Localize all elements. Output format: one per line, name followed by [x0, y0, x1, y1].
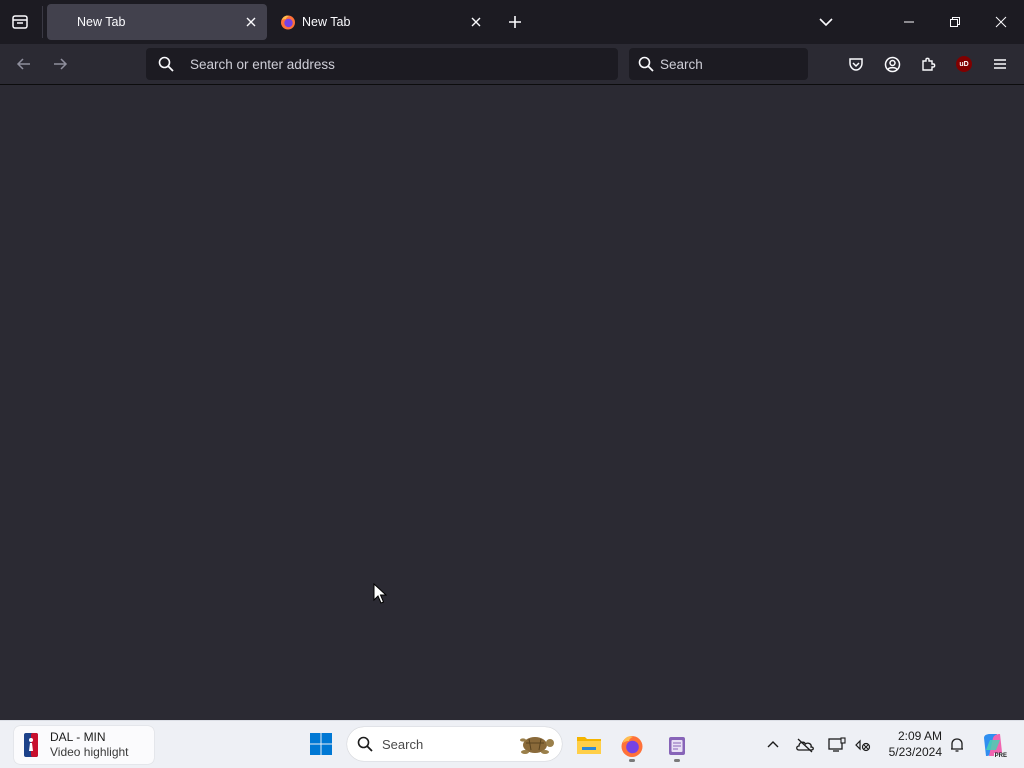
close-icon[interactable] [243, 14, 259, 30]
tab-new-tab-1[interactable]: New Tab [47, 4, 267, 40]
copilot-button[interactable]: PRE [976, 727, 1010, 763]
search-icon [158, 56, 174, 72]
address-placeholder: Search or enter address [190, 56, 335, 72]
forward-button[interactable] [44, 48, 76, 80]
widget-subtitle: Video highlight [50, 745, 129, 759]
search-icon [638, 56, 654, 72]
clock-date: 5/23/2024 [888, 745, 942, 759]
restore-icon [950, 17, 960, 27]
search-placeholder: Search [660, 56, 703, 72]
running-indicator [629, 759, 635, 762]
chevron-down-icon [819, 18, 833, 27]
show-hidden-icons-button[interactable] [760, 731, 786, 759]
minimize-icon [904, 21, 914, 23]
back-icon [16, 58, 30, 70]
pocket-icon [849, 58, 863, 71]
menu-icon [994, 59, 1006, 69]
mouse-cursor-icon [373, 583, 387, 604]
onedrive-button[interactable] [792, 731, 818, 759]
turtle-icon [514, 730, 556, 758]
network-volume-button[interactable] [850, 731, 876, 759]
page-content[interactable] [0, 85, 1024, 720]
tab-new-tab-2[interactable]: New Tab [272, 4, 492, 40]
account-icon [884, 56, 900, 72]
ublock-icon: uD [956, 56, 972, 72]
pocket-button[interactable] [840, 48, 872, 80]
extensions-button[interactable] [912, 48, 944, 80]
extensions-icon [922, 57, 936, 71]
display-icon [828, 737, 846, 752]
close-icon [995, 16, 1007, 28]
notifications-button[interactable] [944, 731, 970, 759]
nav-toolbar: Search or enter address Search uD [0, 44, 1024, 85]
running-indicator [674, 759, 680, 762]
search-icon [357, 736, 373, 752]
firefox-view-icon [12, 15, 28, 29]
clock-time: 2:09 AM [897, 729, 942, 743]
chevron-up-icon [767, 741, 779, 748]
file-explorer-button[interactable] [572, 727, 606, 763]
widgets-button[interactable]: DAL - MIN Video highlight [14, 726, 154, 764]
notepad-icon [669, 737, 685, 755]
tab-divider [42, 6, 43, 38]
taskbar: DAL - MIN Video highlight Search 2:09 AM… [0, 720, 1024, 768]
list-all-tabs-button[interactable] [810, 6, 842, 38]
firefox-logo-icon [621, 736, 643, 757]
app-menu-button[interactable] [984, 48, 1016, 80]
clock[interactable]: 2:09 AM 5/23/2024 [878, 728, 942, 760]
close-window-button[interactable] [978, 0, 1024, 44]
file-explorer-icon [577, 737, 601, 754]
onedrive-icon [796, 738, 814, 753]
account-button[interactable] [876, 48, 908, 80]
notepad-taskbar-button[interactable] [660, 727, 694, 765]
firefox-view-button[interactable] [4, 6, 36, 38]
restore-button[interactable] [932, 0, 978, 44]
nba-logo-icon [24, 733, 38, 757]
minimize-button[interactable] [886, 0, 932, 44]
search-bar[interactable]: Search [629, 48, 808, 80]
ublock-button[interactable]: uD [948, 48, 980, 80]
windows-start-icon [310, 733, 332, 755]
tab-strip: New Tab New Tab [0, 0, 1024, 44]
copilot-badge: PRE [993, 753, 1008, 759]
firefox-logo-icon [280, 14, 296, 30]
forward-icon [54, 58, 68, 70]
start-button[interactable] [304, 727, 338, 761]
address-bar[interactable]: Search or enter address [146, 48, 618, 80]
taskbar-search[interactable]: Search [347, 727, 562, 761]
tab-label: New Tab [302, 15, 351, 29]
bell-icon [951, 738, 963, 752]
tab-label: New Tab [77, 15, 126, 29]
display-button[interactable] [824, 731, 850, 759]
plus-icon [509, 16, 521, 28]
new-tab-button[interactable] [500, 6, 530, 38]
network-icon [855, 739, 871, 752]
close-icon[interactable] [468, 14, 484, 30]
widget-title: DAL - MIN [50, 730, 106, 744]
firefox-taskbar-button[interactable] [615, 727, 649, 765]
taskbar-search-placeholder: Search [382, 736, 424, 752]
back-button[interactable] [8, 48, 40, 80]
